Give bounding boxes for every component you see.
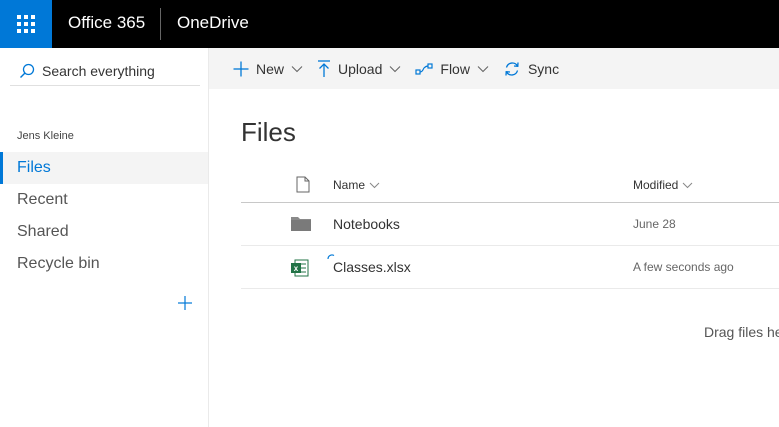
- file-modified: June 28: [633, 217, 676, 231]
- suite-divider: [160, 8, 161, 40]
- file-modified: A few seconds ago: [633, 260, 734, 274]
- sync-icon: [505, 61, 519, 76]
- upload-button[interactable]: Upload: [317, 59, 401, 78]
- chevron-down-icon: [477, 65, 489, 72]
- flow-button[interactable]: Flow: [415, 61, 489, 77]
- nav-item-label: Recycle bin: [17, 255, 100, 272]
- svg-text:x: x: [294, 264, 299, 273]
- nav-item-label: Shared: [17, 223, 69, 240]
- upload-label: Upload: [338, 60, 383, 77]
- chevron-down-icon: [390, 65, 401, 72]
- suite-bar: Office 365 OneDrive: [0, 0, 779, 48]
- search-box[interactable]: [10, 56, 200, 86]
- page-title: Files: [241, 117, 296, 147]
- list-header: Name Modified: [241, 164, 779, 203]
- office-365-link[interactable]: Office 365: [68, 13, 145, 33]
- nav-item-recycle-bin[interactable]: Recycle bin: [0, 248, 208, 280]
- folder-icon: [291, 217, 311, 231]
- table-row[interactable]: x Classes.xlsx A few seconds ago: [241, 246, 779, 289]
- file-name[interactable]: Notebooks: [333, 216, 400, 232]
- table-row[interactable]: Notebooks June 28: [241, 203, 779, 246]
- excel-file-icon: x: [291, 259, 309, 277]
- left-navigation: Jens Kleine Files Recent Shared Recycle …: [0, 48, 209, 427]
- sync-button[interactable]: Sync: [503, 60, 559, 78]
- search-input[interactable]: [42, 62, 192, 79]
- flow-label: Flow: [440, 60, 470, 77]
- file-list: Name Modified Notebooks June 28 x Classe…: [241, 164, 779, 289]
- nav-list: Files Recent Shared Recycle bin: [0, 152, 208, 280]
- onedrive-link[interactable]: OneDrive: [177, 13, 249, 33]
- chevron-down-icon: [683, 182, 693, 188]
- plus-icon[interactable]: [176, 294, 194, 312]
- app-launcher-icon: [17, 15, 35, 33]
- name-column-label: Name: [333, 178, 366, 192]
- new-label: New: [256, 60, 285, 77]
- chevron-down-icon: [291, 65, 303, 72]
- name-column-header[interactable]: Name: [333, 178, 380, 192]
- command-bar: New Upload Flow Sync: [209, 48, 779, 89]
- drag-files-hint: Drag files he: [704, 324, 779, 340]
- nav-item-files[interactable]: Files: [0, 152, 208, 184]
- new-button[interactable]: New: [233, 61, 303, 77]
- search-icon: [20, 63, 35, 78]
- file-type-icon[interactable]: [296, 176, 310, 193]
- file-name[interactable]: Classes.xlsx: [333, 259, 411, 275]
- nav-item-shared[interactable]: Shared: [0, 216, 208, 248]
- nav-item-label: Recent: [17, 191, 68, 208]
- modified-column-header[interactable]: Modified: [633, 178, 693, 192]
- modified-column-label: Modified: [633, 178, 679, 192]
- nav-item-label: Files: [17, 159, 51, 176]
- nav-item-recent[interactable]: Recent: [0, 184, 208, 216]
- app-launcher-button[interactable]: [0, 0, 52, 48]
- user-name: Jens Kleine: [17, 130, 74, 142]
- upload-icon: [318, 59, 331, 77]
- sync-label: Sync: [527, 60, 560, 77]
- flow-icon: [415, 62, 433, 75]
- chevron-down-icon: [369, 182, 380, 188]
- plus-icon: [233, 61, 249, 76]
